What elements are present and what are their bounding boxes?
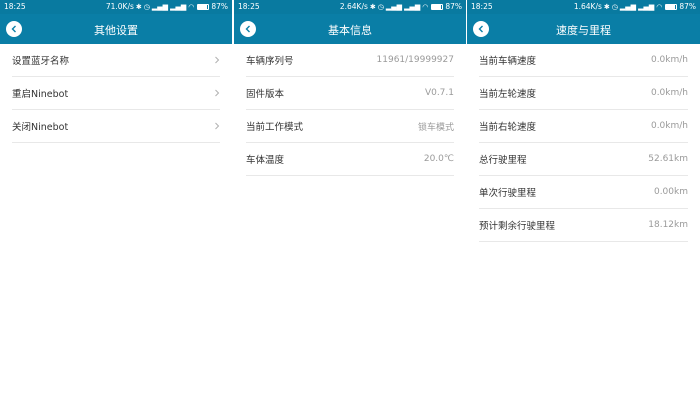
row-left-wheel-speed: 当前左轮速度 0.0km/h xyxy=(479,77,688,110)
row-body-temperature: 车体温度 20.0℃ xyxy=(246,143,454,176)
status-time: 18:25 xyxy=(238,2,260,11)
settings-list: 设置蓝牙名称 重启Ninebot 关闭Ninebot xyxy=(0,44,232,143)
page-title: 速度与里程 xyxy=(556,24,611,37)
title-bar: 速度与里程 xyxy=(467,14,700,44)
status-bar: 18:25 2.64K/s ✱ ◷ ▂▄▆ ▂▄▆ ◠ 87% xyxy=(234,0,466,14)
page-title: 其他设置 xyxy=(94,24,138,37)
status-bar: 18:25 1.64K/s ✱ ◷ ▂▄▆ ▂▄▆ ◠ 87% xyxy=(467,0,700,14)
battery-fill xyxy=(432,4,442,9)
screen-speed-mileage: 18:25 1.64K/s ✱ ◷ ▂▄▆ ▂▄▆ ◠ 87% 速度与里程 当前… xyxy=(467,0,700,414)
row-restart[interactable]: 重启Ninebot xyxy=(12,77,220,110)
network-speed: 1.64K/s xyxy=(573,2,602,11)
battery-percent: 87% xyxy=(679,2,696,11)
row-label: 关闭Ninebot xyxy=(12,122,69,133)
signal-icon-2: ▂▄▆ xyxy=(638,2,655,11)
row-label: 车辆序列号 xyxy=(246,56,294,67)
row-serial-number: 车辆序列号 11961/19999927 xyxy=(246,44,454,77)
row-value: 0.00km xyxy=(653,187,688,197)
signal-icon-2: ▂▄▆ xyxy=(170,2,187,11)
info-list: 车辆序列号 11961/19999927 固件版本 V0.7.1 当前工作模式 … xyxy=(234,44,466,176)
battery-fill xyxy=(198,4,208,9)
row-shutdown[interactable]: 关闭Ninebot xyxy=(12,110,220,143)
title-bar: 其他设置 xyxy=(0,14,232,44)
row-value: 52.61km xyxy=(648,154,688,164)
status-right: 2.64K/s ✱ ◷ ▂▄▆ ▂▄▆ ◠ 87% xyxy=(340,2,462,11)
battery-fill xyxy=(666,4,676,9)
wifi-icon: ◠ xyxy=(656,2,663,11)
network-speed: 71.0K/s xyxy=(105,2,134,11)
row-label: 当前工作模式 xyxy=(246,122,304,133)
chevron-right-icon xyxy=(215,122,220,130)
row-value: V0.7.1 xyxy=(424,88,454,98)
row-label: 重启Ninebot xyxy=(12,89,69,100)
chevron-right-icon xyxy=(215,56,220,64)
bluetooth-icon: ✱ xyxy=(369,2,376,11)
bluetooth-icon: ✱ xyxy=(135,2,142,11)
row-label: 预计剩余行驶里程 xyxy=(479,221,556,232)
wifi-icon: ◠ xyxy=(422,2,429,11)
row-value: 0.0km/h xyxy=(650,88,688,98)
row-right-wheel-speed: 当前右轮速度 0.0km/h xyxy=(479,110,688,143)
bluetooth-icon: ✱ xyxy=(603,2,610,11)
row-value: 18.12km xyxy=(648,220,688,230)
wifi-icon: ◠ xyxy=(188,2,195,11)
row-work-mode: 当前工作模式 锁车模式 xyxy=(246,110,454,143)
row-value: 0.0km/h xyxy=(650,55,688,65)
status-right: 1.64K/s ✱ ◷ ▂▄▆ ▂▄▆ ◠ 87% xyxy=(574,2,696,11)
screen-basic-info: 18:25 2.64K/s ✱ ◷ ▂▄▆ ▂▄▆ ◠ 87% 基本信息 车辆序… xyxy=(234,0,466,414)
row-label: 当前左轮速度 xyxy=(479,89,537,100)
status-right: 71.0K/s ✱ ◷ ▂▄▆ ▂▄▆ ◠ 87% xyxy=(106,2,228,11)
row-total-mileage: 总行驶里程 52.61km xyxy=(479,143,688,176)
status-time: 18:25 xyxy=(4,2,26,11)
speed-list: 当前车辆速度 0.0km/h 当前左轮速度 0.0km/h 当前右轮速度 0.0… xyxy=(467,44,700,242)
signal-icon: ▂▄▆ xyxy=(619,2,637,11)
status-bar: 18:25 71.0K/s ✱ ◷ ▂▄▆ ▂▄▆ ◠ 87% xyxy=(0,0,232,14)
row-remaining-range: 预计剩余行驶里程 18.12km xyxy=(479,209,688,242)
row-value: 20.0℃ xyxy=(423,154,454,164)
signal-icon: ▂▄▆ xyxy=(151,2,169,11)
signal-icon-2: ▂▄▆ xyxy=(404,2,421,11)
page-title: 基本信息 xyxy=(328,24,372,37)
row-value: 锁车模式 xyxy=(417,122,454,133)
battery-percent: 87% xyxy=(211,2,228,11)
row-bluetooth-name[interactable]: 设置蓝牙名称 xyxy=(12,44,220,77)
row-label: 总行驶里程 xyxy=(479,155,527,166)
battery-percent: 87% xyxy=(445,2,462,11)
chevron-right-icon xyxy=(215,89,220,97)
signal-icon: ▂▄▆ xyxy=(385,2,403,11)
row-firmware-version: 固件版本 V0.7.1 xyxy=(246,77,454,110)
row-value: 11961/19999927 xyxy=(376,55,454,65)
alarm-icon: ◷ xyxy=(377,2,384,11)
row-label: 当前车辆速度 xyxy=(479,56,537,67)
row-label: 设置蓝牙名称 xyxy=(12,56,70,67)
row-trip-mileage: 单次行驶里程 0.00km xyxy=(479,176,688,209)
battery-icon xyxy=(431,3,444,10)
alarm-icon: ◷ xyxy=(143,2,150,11)
battery-icon xyxy=(665,3,678,10)
battery-icon xyxy=(197,3,210,10)
row-vehicle-speed: 当前车辆速度 0.0km/h xyxy=(479,44,688,77)
row-label: 车体温度 xyxy=(246,155,285,166)
status-time: 18:25 xyxy=(471,2,493,11)
row-label: 单次行驶里程 xyxy=(479,188,537,199)
alarm-icon: ◷ xyxy=(611,2,618,11)
row-value: 0.0km/h xyxy=(650,121,688,131)
row-label: 固件版本 xyxy=(246,89,285,100)
network-speed: 2.64K/s xyxy=(339,2,368,11)
screen-other-settings: 18:25 71.0K/s ✱ ◷ ▂▄▆ ▂▄▆ ◠ 87% 其他设置 设置蓝… xyxy=(0,0,232,414)
row-label: 当前右轮速度 xyxy=(479,122,537,133)
title-bar: 基本信息 xyxy=(234,14,466,44)
